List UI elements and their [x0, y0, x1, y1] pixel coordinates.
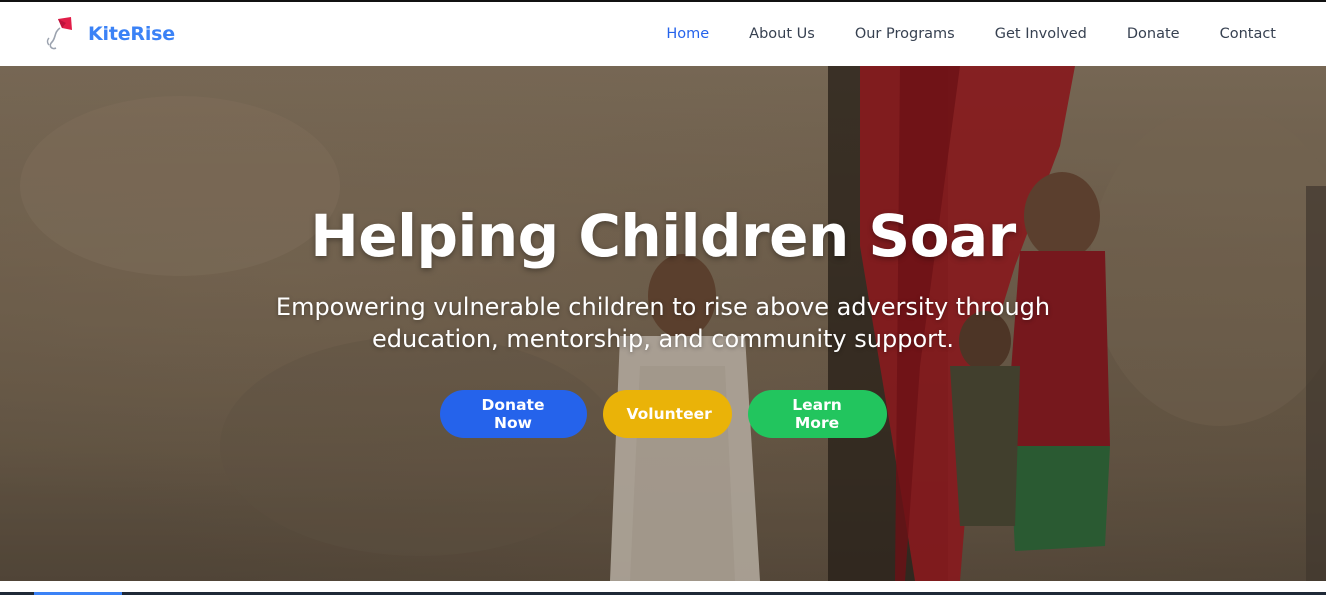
hero-subtitle-line-1: Empowering vulnerable children to rise a…	[275, 293, 1051, 321]
kite-icon	[46, 17, 72, 50]
page: KiteRise Home About Us Our Programs Get …	[0, 0, 1326, 595]
learn-more-button[interactable]: Learn More	[747, 390, 887, 438]
hero-subtitle-line-2: education, mentorship, and community sup…	[371, 325, 955, 353]
nav-home[interactable]: Home	[666, 26, 709, 42]
hero-title: Helping Children Soar	[310, 202, 1016, 270]
brand-link[interactable]: KiteRise	[44, 16, 175, 52]
hero-subtitle: Empowering vulnerable children to rise a…	[263, 291, 1063, 355]
volunteer-button[interactable]: Volunteer	[602, 390, 732, 438]
hero-section: Helping Children Soar Empowering vulnera…	[0, 66, 1326, 581]
hero-button-group: Donate Now Volunteer Learn More	[0, 390, 1326, 438]
nav-about-us[interactable]: About Us	[749, 26, 815, 42]
navbar: KiteRise Home About Us Our Programs Get …	[0, 2, 1326, 66]
nav-get-involved[interactable]: Get Involved	[995, 26, 1087, 42]
nav-contact[interactable]: Contact	[1220, 26, 1276, 42]
main-nav: Home About Us Our Programs Get Involved …	[626, 2, 1276, 66]
nav-donate[interactable]: Donate	[1127, 26, 1180, 42]
nav-our-programs[interactable]: Our Programs	[855, 26, 955, 42]
donate-now-button[interactable]: Donate Now	[439, 390, 587, 438]
brand-name: KiteRise	[88, 23, 175, 45]
